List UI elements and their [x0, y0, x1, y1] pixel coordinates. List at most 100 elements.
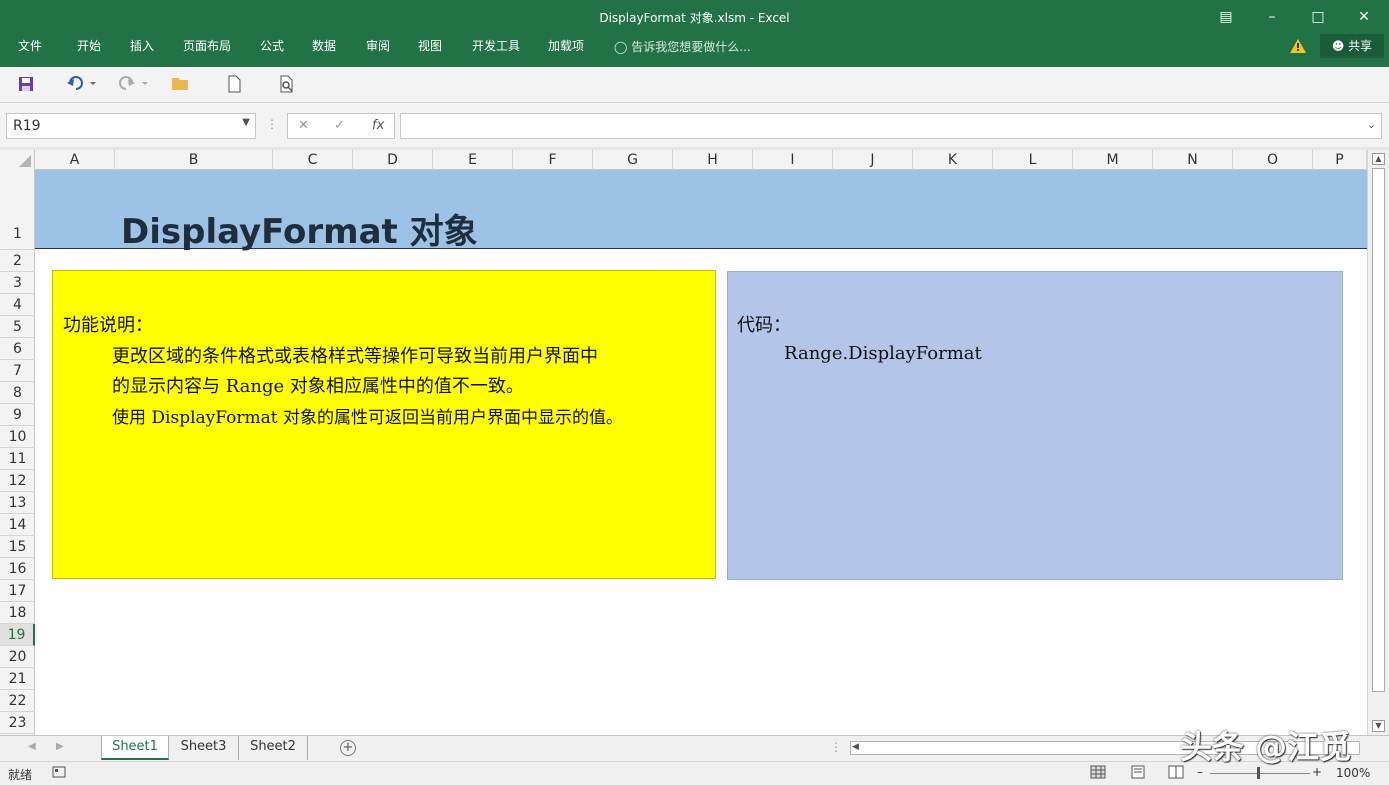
tab-formulas[interactable]: 公式	[260, 38, 284, 54]
ribbon-tabs: 文件 开始 插入 页面布局 公式 数据 审阅 视图 开发工具 加载项 ◯ 告诉我…	[0, 34, 1389, 67]
normal-view-icon[interactable]	[1090, 765, 1106, 782]
row-header[interactable]: 8	[0, 382, 35, 404]
insert-function-button[interactable]: fx	[372, 118, 384, 133]
lightbulb-icon: ◯	[614, 40, 632, 54]
column-header[interactable]: C	[273, 150, 353, 170]
code-text: Range.DisplayFormat	[784, 343, 982, 364]
row-header[interactable]: 15	[0, 536, 35, 558]
scroll-up-icon[interactable]: ▲	[1372, 153, 1385, 165]
tab-scroll-right-icon[interactable]: ▶	[56, 741, 64, 752]
scroll-down-icon[interactable]: ▼	[1372, 720, 1385, 732]
row-header[interactable]: 3	[0, 272, 35, 294]
column-header[interactable]: P	[1313, 150, 1367, 170]
tell-me-search[interactable]: ◯ 告诉我您想要做什么...	[614, 38, 751, 55]
tab-scroll-left-icon[interactable]: ◀	[28, 741, 36, 752]
tab-data[interactable]: 数据	[312, 38, 336, 54]
select-all-button[interactable]	[0, 150, 35, 170]
row-header[interactable]: 18	[0, 602, 35, 624]
save-icon[interactable]	[17, 75, 37, 95]
undo-icon[interactable]	[66, 75, 96, 95]
maximize-button[interactable]: □	[1305, 6, 1331, 28]
sheet-tab-sheet1[interactable]: Sheet1	[101, 736, 169, 760]
column-header[interactable]: A	[35, 150, 115, 170]
column-header[interactable]: J	[833, 150, 913, 170]
enter-check-icon[interactable]: ✓	[334, 118, 345, 133]
row-header[interactable]: 10	[0, 426, 35, 448]
worksheet-grid: A B C D E F G H I J K L M N O P 1 2 3 4 …	[0, 150, 1389, 735]
column-header[interactable]: B	[115, 150, 273, 170]
description-box[interactable]: 功能说明： 更改区域的条件格式或表格样式等操作可导致当前用户界面中 的显示内容与…	[52, 270, 716, 579]
column-header[interactable]: M	[1073, 150, 1153, 170]
cancel-icon[interactable]: ✕	[298, 118, 309, 133]
row-header[interactable]: 5	[0, 316, 35, 338]
tab-view[interactable]: 视图	[418, 38, 442, 54]
row-header[interactable]: 23	[0, 712, 35, 734]
new-document-icon[interactable]	[225, 75, 245, 95]
row-header[interactable]: 4	[0, 294, 35, 316]
description-line: 的显示内容与 Range 对象相应属性中的值不一致。	[112, 376, 524, 397]
column-header[interactable]: E	[433, 150, 513, 170]
row-header[interactable]: 13	[0, 492, 35, 514]
row-header[interactable]: 2	[0, 250, 35, 272]
column-header[interactable]: F	[513, 150, 593, 170]
open-folder-icon[interactable]	[171, 75, 191, 95]
splitter-handle-icon[interactable]: ⋮	[830, 740, 842, 754]
close-button[interactable]: ✕	[1351, 6, 1377, 28]
page-layout-view-icon[interactable]	[1130, 765, 1146, 782]
row-header[interactable]: 22	[0, 690, 35, 712]
name-box[interactable]: R19 ▼	[6, 113, 256, 139]
zoom-level[interactable]: 100%	[1336, 766, 1370, 780]
row-header[interactable]: 11	[0, 448, 35, 470]
scroll-left-icon[interactable]: ◀	[852, 742, 859, 752]
row-header[interactable]: 16	[0, 558, 35, 580]
column-header[interactable]: K	[913, 150, 993, 170]
row-header[interactable]: 17	[0, 580, 35, 602]
formula-input[interactable]: ⌄	[400, 113, 1382, 139]
tab-home[interactable]: 开始	[77, 38, 101, 54]
drag-handle-icon[interactable]: ⋮	[266, 117, 278, 131]
column-headers: A B C D E F G H I J K L M N O P	[0, 150, 1367, 170]
print-preview-icon[interactable]	[278, 75, 298, 95]
code-box[interactable]: 代码： Range.DisplayFormat	[727, 271, 1343, 580]
row-header[interactable]: 20	[0, 646, 35, 668]
macro-record-icon[interactable]	[52, 765, 66, 782]
add-sheet-button[interactable]: +	[340, 740, 356, 756]
zoom-slider-thumb[interactable]	[1257, 767, 1260, 779]
column-header[interactable]: D	[353, 150, 433, 170]
row-header[interactable]: 6	[0, 338, 35, 360]
tab-page-layout[interactable]: 页面布局	[183, 38, 231, 54]
window-title: DisplayFormat 对象.xlsm - Excel	[599, 11, 790, 25]
chevron-down-icon[interactable]: ▼	[242, 117, 250, 128]
column-header[interactable]: L	[993, 150, 1073, 170]
row-header[interactable]: 1	[0, 170, 35, 250]
zoom-slider[interactable]	[1210, 773, 1310, 774]
column-header[interactable]: G	[593, 150, 673, 170]
ribbon-display-options-icon[interactable]: ▤	[1213, 6, 1239, 28]
tab-developer[interactable]: 开发工具	[472, 38, 520, 54]
expand-formula-icon[interactable]: ⌄	[1367, 118, 1376, 131]
warning-icon[interactable]	[1290, 39, 1306, 56]
column-header[interactable]: O	[1233, 150, 1313, 170]
vertical-scrollbar[interactable]: ▲ ▼	[1367, 150, 1389, 735]
tab-addins[interactable]: 加载项	[548, 38, 584, 54]
share-button[interactable]: ☻ 共享	[1320, 34, 1384, 58]
row-header[interactable]: 14	[0, 514, 35, 536]
tab-review[interactable]: 审阅	[366, 38, 390, 54]
redo-icon[interactable]	[118, 75, 148, 95]
row-header[interactable]: 7	[0, 360, 35, 382]
row-header-selected[interactable]: 19	[0, 624, 35, 646]
sheet-tab-sheet3[interactable]: Sheet3	[169, 736, 239, 760]
tab-file[interactable]: 文件	[18, 38, 42, 54]
tab-insert[interactable]: 插入	[130, 38, 154, 54]
sheet-tab-sheet2[interactable]: Sheet2	[239, 736, 308, 760]
minimize-button[interactable]: –	[1259, 6, 1285, 28]
row-header[interactable]: 12	[0, 470, 35, 492]
row-header[interactable]: 21	[0, 668, 35, 690]
column-header[interactable]: H	[673, 150, 753, 170]
scroll-thumb[interactable]	[1372, 168, 1385, 692]
row-headers: 1 2 3 4 5 6 7 8 9 10 11 12 13 14 15 16 1…	[0, 170, 35, 735]
column-header[interactable]: N	[1153, 150, 1233, 170]
row-header[interactable]: 9	[0, 404, 35, 426]
column-header[interactable]: I	[753, 150, 833, 170]
cell-area[interactable]: DisplayFormat 对象 功能说明： 更改区域的条件格式或表格样式等操作…	[35, 170, 1367, 735]
